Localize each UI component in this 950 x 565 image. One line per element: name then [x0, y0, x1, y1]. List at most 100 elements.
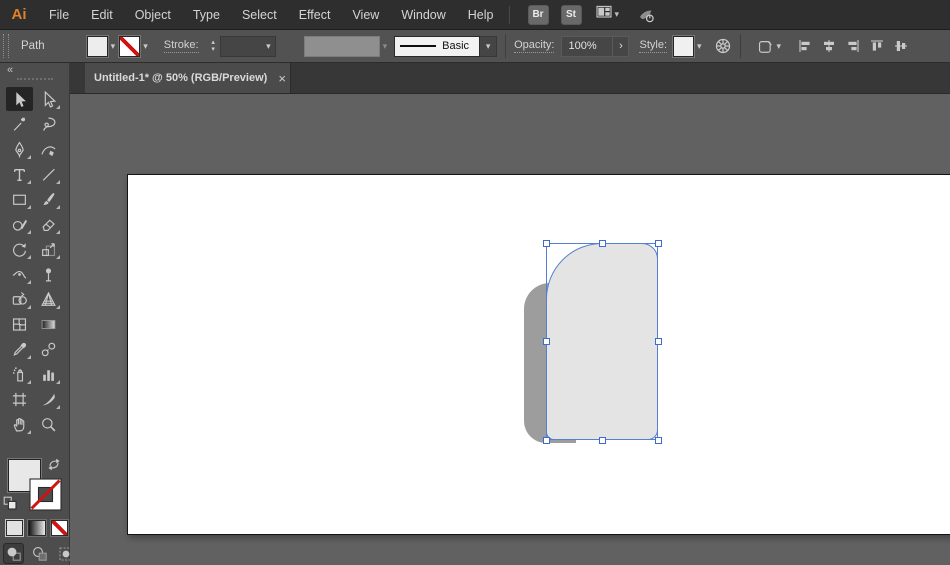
artboard-tool[interactable]	[6, 387, 33, 411]
rectangle-tool[interactable]	[6, 187, 33, 211]
eraser-tool[interactable]	[35, 212, 62, 236]
menu-select[interactable]: Select	[231, 0, 288, 30]
recolor-artwork-icon[interactable]	[714, 37, 732, 55]
menu-file[interactable]: File	[38, 0, 80, 30]
align-top-icon[interactable]	[869, 38, 885, 54]
stroke-proxy-swatch[interactable]	[29, 478, 62, 511]
pasteboard[interactable]	[70, 94, 950, 565]
selection-bounding-box[interactable]	[546, 243, 658, 440]
stroke-weight-dropdown[interactable]: ▾	[219, 35, 276, 57]
selection-handle[interactable]	[542, 338, 550, 345]
scale-tool[interactable]	[35, 237, 62, 261]
curvature-tool[interactable]	[35, 137, 62, 161]
stroke-color-swatch[interactable]	[119, 35, 141, 57]
rotate-tool[interactable]	[6, 237, 33, 261]
opacity-input[interactable]: 100% ›	[561, 35, 630, 57]
workspace-switcher[interactable]: ▾	[595, 4, 620, 25]
brush-name: Basic	[442, 40, 470, 52]
width-tool[interactable]	[6, 262, 33, 286]
magic-wand-tool[interactable]	[6, 112, 33, 136]
slice-tool[interactable]	[35, 387, 62, 411]
panel-grip[interactable]	[17, 78, 53, 80]
lasso-tool[interactable]	[35, 112, 62, 136]
chevron-down-icon[interactable]: ▾	[697, 41, 702, 52]
gpu-performance-icon[interactable]	[637, 6, 655, 24]
selection-handle[interactable]	[654, 338, 662, 345]
variable-width-dropdown	[303, 35, 380, 57]
draw-normal-icon[interactable]	[4, 544, 23, 563]
eyedropper-tool[interactable]	[6, 337, 33, 361]
align-right-icon[interactable]	[845, 38, 861, 54]
pen-tool[interactable]	[6, 137, 33, 161]
hand-tool[interactable]	[6, 412, 33, 436]
mesh-tool[interactable]	[6, 312, 33, 336]
menu-window[interactable]: Window	[390, 0, 456, 30]
gradient-mode-button[interactable]	[28, 520, 46, 536]
chevron-down-icon[interactable]: ▾	[143, 41, 148, 52]
shaper-tool[interactable]	[6, 212, 33, 236]
shape-builder-tool[interactable]	[6, 287, 33, 311]
opacity-value[interactable]: 100%	[562, 40, 612, 52]
selection-handle[interactable]	[654, 436, 662, 444]
menu-view[interactable]: View	[341, 0, 390, 30]
stepper-up-icon[interactable]: ▴	[207, 39, 220, 46]
panel-grip[interactable]	[3, 34, 9, 58]
opacity-panel-link[interactable]: Opacity:	[514, 39, 555, 53]
menu-object[interactable]: Object	[124, 0, 182, 30]
menu-help[interactable]: Help	[457, 0, 505, 30]
brush-dropdown-chevron[interactable]: ▾	[480, 35, 498, 57]
drawing-mode-buttons	[4, 544, 75, 563]
chevron-down-icon[interactable]: ▾	[777, 41, 782, 52]
line-segment-tool[interactable]	[35, 162, 62, 186]
collapse-panel-icon[interactable]: «	[7, 64, 13, 76]
selection-handle[interactable]	[598, 436, 606, 444]
align-buttons	[797, 38, 909, 54]
puppet-warp-tool[interactable]	[35, 262, 62, 286]
column-graph-tool[interactable]	[35, 362, 62, 386]
perspective-grid-tool[interactable]	[35, 287, 62, 311]
color-mode-button[interactable]	[6, 520, 24, 536]
menu-type[interactable]: Type	[182, 0, 231, 30]
blend-tool[interactable]	[35, 337, 62, 361]
document-tab[interactable]: Untitled-1* @ 50% (RGB/Preview) ×	[85, 63, 291, 93]
bridge-button[interactable]: Br	[527, 4, 549, 25]
workspace-layout-icon	[595, 4, 612, 25]
chevron-down-icon: ▾	[614, 9, 620, 19]
control-divider	[739, 34, 741, 58]
stroke-panel-link[interactable]: Stroke:	[163, 39, 199, 53]
chevron-down-icon[interactable]: ▾	[111, 41, 116, 52]
stroke-weight-stepper[interactable]: ▴ ▾	[207, 36, 220, 57]
stock-button[interactable]: St	[560, 4, 582, 25]
selection-handle[interactable]	[542, 436, 550, 444]
align-left-icon[interactable]	[797, 38, 813, 54]
style-panel-link[interactable]: Style:	[639, 39, 667, 53]
stepper-down-icon[interactable]: ▾	[207, 46, 220, 53]
default-fill-stroke-icon[interactable]	[3, 496, 17, 515]
brush-definition-dropdown[interactable]: Basic	[394, 35, 481, 57]
direct-selection-tool[interactable]	[35, 87, 62, 111]
app-logo-icon[interactable]: Ai	[0, 0, 38, 30]
align-vertical-center-icon[interactable]	[893, 38, 909, 54]
menu-edit[interactable]: Edit	[80, 0, 124, 30]
gradient-tool[interactable]	[35, 312, 62, 336]
selection-handle[interactable]	[598, 239, 606, 247]
menu-effect[interactable]: Effect	[288, 0, 342, 30]
align-horizontal-center-icon[interactable]	[821, 38, 837, 54]
selection-handle[interactable]	[542, 239, 550, 247]
graphic-style-swatch[interactable]	[673, 35, 694, 57]
fill-color-swatch[interactable]	[86, 35, 108, 57]
zoom-tool[interactable]	[35, 412, 62, 436]
paintbrush-tool[interactable]	[35, 187, 62, 211]
none-mode-button[interactable]	[50, 520, 68, 536]
opacity-slider-arrow[interactable]: ›	[612, 36, 628, 56]
close-icon[interactable]: ×	[278, 72, 286, 85]
swap-fill-stroke-icon[interactable]	[47, 457, 62, 477]
selection-handle[interactable]	[654, 239, 662, 247]
draw-behind-icon[interactable]	[30, 544, 49, 563]
symbol-sprayer-tool[interactable]	[6, 362, 33, 386]
type-tool[interactable]	[6, 162, 33, 186]
selection-tool[interactable]	[6, 87, 33, 111]
document-tab-bar: Untitled-1* @ 50% (RGB/Preview) ×	[70, 63, 950, 94]
shape-options-icon[interactable]	[757, 38, 774, 55]
tool-grid	[6, 87, 64, 437]
